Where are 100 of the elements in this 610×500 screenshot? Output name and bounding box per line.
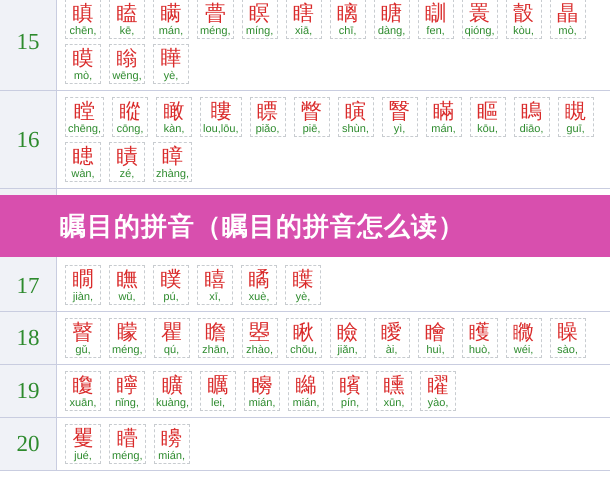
character-cell[interactable]: 瞰 kàn, <box>156 97 192 137</box>
character-cell[interactable]: 矒 méng, <box>109 424 146 464</box>
character-cell[interactable]: 矉 pín, <box>332 371 368 411</box>
character-cell[interactable]: 矆 huò, <box>462 318 498 358</box>
pinyin: mán, <box>158 25 184 37</box>
character-cell[interactable]: 瞑 míng, <box>242 0 278 39</box>
character-cell[interactable]: 瞅 chǒu, <box>286 318 322 358</box>
chinese-character: 瞿 <box>161 320 182 344</box>
character-cell[interactable]: 瞿 qú, <box>154 318 190 358</box>
pinyin: méng, <box>112 450 143 462</box>
character-cell[interactable]: 矂 sào, <box>550 318 586 358</box>
character-cell[interactable]: 矎 xuān, <box>65 371 101 411</box>
character-cell[interactable]: 瞚 shùn, <box>338 97 374 137</box>
character-cell[interactable]: 矅 yào, <box>420 371 456 411</box>
pinyin: chǒu, <box>290 344 318 356</box>
character-cell[interactable]: 瞖 yì, <box>382 97 418 137</box>
character-cell[interactable]: 瞻 zhān, <box>198 318 234 358</box>
chinese-character: 矒 <box>116 426 138 450</box>
character-cell[interactable]: 瞒 mán, <box>153 0 189 39</box>
character-cell[interactable]: 瞽 gǔ, <box>65 318 101 358</box>
character-cell[interactable]: 瞘 kōu, <box>470 97 506 137</box>
character-cell[interactable]: 瞣 wàn, <box>65 142 101 182</box>
character-cell[interactable]: 瞝 chī, <box>330 0 366 39</box>
chinese-character: 瞦 <box>204 267 226 291</box>
chinese-character: 瞰 <box>164 99 185 123</box>
character-cell[interactable]: 瞈 wēng, <box>109 44 145 84</box>
chinese-character: 瞟 <box>257 99 278 123</box>
character-cell[interactable]: 矃 nǐng, <box>109 371 145 411</box>
character-cell[interactable]: 瞞 mán, <box>426 97 462 137</box>
character-cell[interactable]: 矌 kuàng, <box>153 371 192 411</box>
stroke-count: 16 <box>16 126 40 152</box>
chinese-character: 瞈 <box>116 46 138 70</box>
pinyin: yì, <box>394 123 406 135</box>
character-cell[interactable]: 瞗 diāo, <box>514 97 550 137</box>
pinyin: jué, <box>74 450 92 462</box>
character-cell[interactable]: 瞊 dàng, <box>374 0 410 39</box>
character-cell[interactable]: 瞏 qióng, <box>462 0 498 39</box>
character-cell[interactable]: 瞌 kē, <box>109 0 145 39</box>
character-cell[interactable]: 瞛 cōng, <box>112 97 148 137</box>
character-cell[interactable]: 瞹 ài, <box>374 318 410 358</box>
pinyin: xiā, <box>295 25 312 37</box>
pinyin: kē, <box>120 25 134 37</box>
character-cell[interactable]: 瞎 xiā, <box>286 0 322 39</box>
chinese-character: 矃 <box>116 373 138 397</box>
character-cell[interactable]: 矊 mián, <box>288 371 324 411</box>
chinese-character: 矏 <box>161 426 182 450</box>
pinyin: mò, <box>558 25 577 37</box>
pinyin: sào, <box>557 344 578 356</box>
chinese-character: 瞝 <box>337 1 358 25</box>
character-cell[interactable]: 瞨 pú, <box>153 265 189 305</box>
character-cell[interactable]: 瞢 méng, <box>197 0 234 39</box>
chinese-character: 矋 <box>208 373 229 397</box>
chinese-character: 瞑 <box>249 1 270 25</box>
character-cell[interactable]: 矇 méng, <box>109 318 146 358</box>
character-cell[interactable]: 瞠 chēng, <box>65 97 104 137</box>
character-cell[interactable]: 瞥 piē, <box>294 97 330 137</box>
pinyin: shùn, <box>342 123 369 135</box>
character-cell[interactable]: 矄 xūn, <box>376 371 412 411</box>
character-cell[interactable]: 瞺 huì, <box>418 318 454 358</box>
chinese-character: 矊 <box>296 373 317 397</box>
character-cell[interactable]: 瞉 kòu, <box>506 0 542 39</box>
character-cell[interactable]: 瞐 mò, <box>550 0 586 39</box>
character-cell[interactable]: 曌 zhào, <box>242 318 278 358</box>
character-cell[interactable]: 瞲 xuè, <box>241 265 277 305</box>
character-cell[interactable]: 瞼 jiǎn, <box>330 318 366 358</box>
character-cell[interactable]: 瞜 lou,lōu, <box>200 97 242 137</box>
chinese-character: 瞯 <box>72 267 94 291</box>
chinese-character: 瞢 <box>204 1 226 25</box>
character-cell[interactable]: 瞕 zhàng, <box>153 142 192 182</box>
character-cell[interactable]: 瞔 zé, <box>109 142 145 182</box>
chinese-character: 瞴 <box>116 267 138 291</box>
chinese-character: 瞌 <box>116 1 138 25</box>
pinyin: yè, <box>296 291 310 303</box>
pinyin: xūn, <box>384 397 404 409</box>
character-cell[interactable]: 瞡 guī, <box>558 97 594 137</box>
character-cell[interactable]: 瞴 wǔ, <box>109 265 145 305</box>
character-cell[interactable]: 瞯 jiàn, <box>65 265 101 305</box>
character-cell[interactable]: 瞟 piǎo, <box>250 97 286 137</box>
chinese-character: 矈 <box>252 373 273 397</box>
pinyin: wéi, <box>514 344 534 356</box>
character-cell[interactable]: 矏 mián, <box>154 424 190 464</box>
character-cell[interactable]: 矈 mián, <box>244 371 280 411</box>
chinese-character: 矄 <box>384 373 405 397</box>
character-cell[interactable]: 瞱 yè, <box>153 44 189 84</box>
chinese-character: 瞽 <box>72 320 94 344</box>
character-cell[interactable]: 矍 jué, <box>65 424 101 464</box>
pinyin: xī, <box>209 291 221 303</box>
character-cell[interactable]: 矀 wéi, <box>506 318 542 358</box>
character-cell[interactable]: 瞓 fen, <box>418 0 454 39</box>
chinese-character: 瞹 <box>381 320 402 344</box>
character-cell[interactable]: 矋 lei, <box>200 371 236 411</box>
character-cell[interactable]: 瞋 chēn, <box>65 0 101 39</box>
chinese-character: 矎 <box>72 373 94 397</box>
character-cell[interactable]: 瞸 yè, <box>285 265 321 305</box>
chinese-character: 瞻 <box>205 320 226 344</box>
pinyin: méng, <box>112 344 143 356</box>
character-cell[interactable]: 瞦 xī, <box>197 265 233 305</box>
pinyin: xuè, <box>248 291 270 303</box>
pinyin: míng, <box>246 25 274 37</box>
character-cell[interactable]: 瞙 mò, <box>65 44 101 84</box>
